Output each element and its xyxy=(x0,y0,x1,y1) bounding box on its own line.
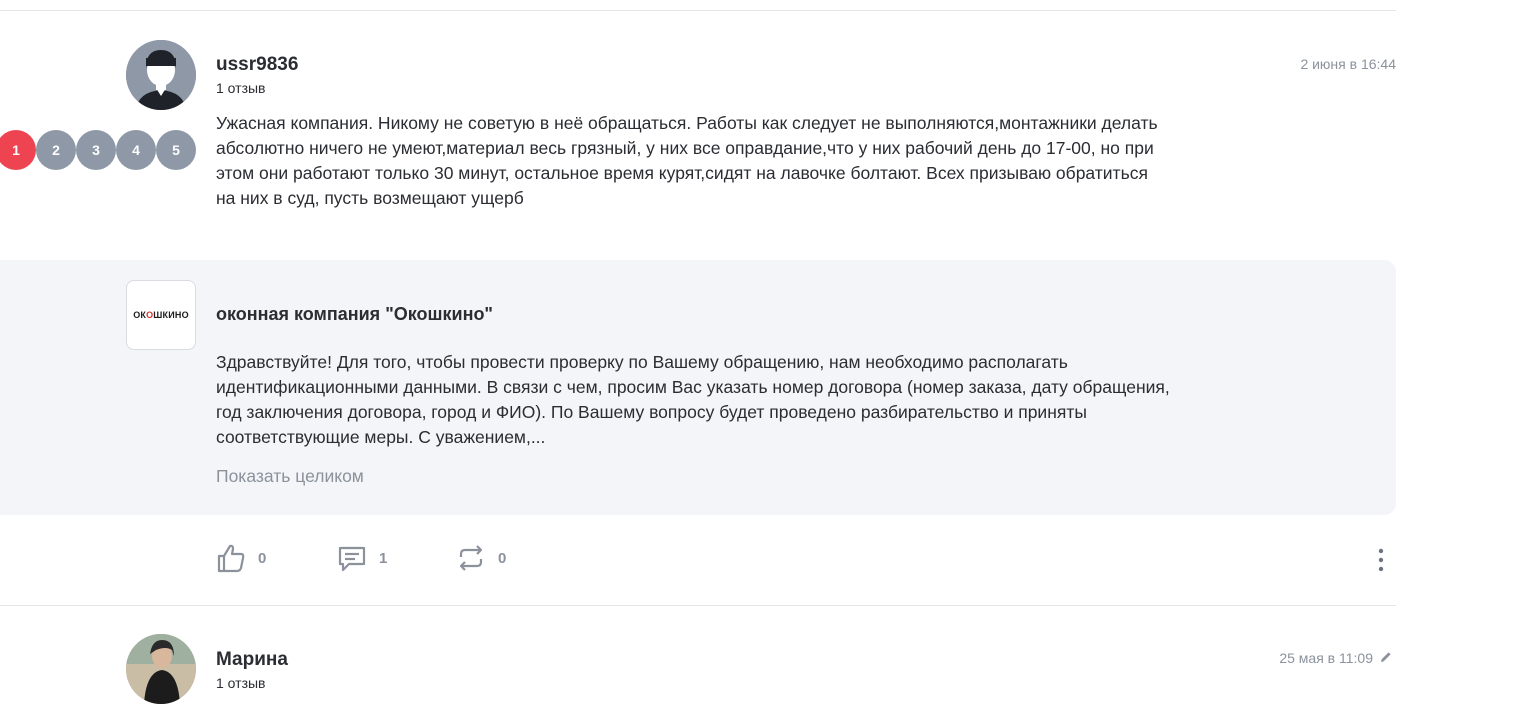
rating-3: 3 xyxy=(76,130,116,170)
review-author-name[interactable]: ussr9836 xyxy=(216,54,298,76)
like-button[interactable]: 0 xyxy=(216,543,266,573)
review-date: 25 мая в 11:09 xyxy=(1279,650,1373,666)
more-vertical-icon xyxy=(1378,548,1384,572)
review-author-name[interactable]: Марина xyxy=(216,649,288,671)
review-date: 2 июня в 16:44 xyxy=(1300,56,1396,72)
top-divider xyxy=(0,10,1396,11)
rating-scale: 1 2 3 4 5 xyxy=(0,130,196,170)
more-options-button[interactable] xyxy=(1370,545,1392,575)
company-name[interactable]: оконная компания "Окошкино" xyxy=(216,304,493,325)
company-logo-text: ОКОШКИНО xyxy=(133,310,189,320)
user-avatar[interactable] xyxy=(126,40,196,110)
review-author-review-count[interactable]: 1 отзыв xyxy=(216,80,266,96)
repost-button[interactable]: 0 xyxy=(456,543,506,573)
thumbs-up-icon xyxy=(217,544,245,573)
comment-button[interactable]: 1 xyxy=(337,543,387,573)
rating-5: 5 xyxy=(156,130,196,170)
user-avatar[interactable] xyxy=(126,634,196,704)
user-photo xyxy=(126,634,196,704)
review-author-review-count[interactable]: 1 отзыв xyxy=(216,675,266,691)
company-reply-text: Здравствуйте! Для того, чтобы провести п… xyxy=(216,352,1170,447)
show-full-link[interactable]: Показать целиком xyxy=(216,466,364,487)
review-divider xyxy=(0,605,1396,606)
comment-count: 1 xyxy=(379,549,388,567)
company-logo[interactable]: ОКОШКИНО xyxy=(126,280,196,350)
repost-icon xyxy=(459,545,483,571)
like-count: 0 xyxy=(258,549,267,567)
rating-4: 4 xyxy=(116,130,156,170)
comment-icon xyxy=(338,546,366,572)
review-text: Ужасная компания. Никому не советую в не… xyxy=(216,113,1158,208)
repost-count: 0 xyxy=(498,549,507,567)
edited-pencil-icon xyxy=(1379,650,1393,669)
rating-2: 2 xyxy=(36,130,76,170)
default-avatar-icon xyxy=(126,40,196,110)
rating-1: 1 xyxy=(0,130,36,170)
